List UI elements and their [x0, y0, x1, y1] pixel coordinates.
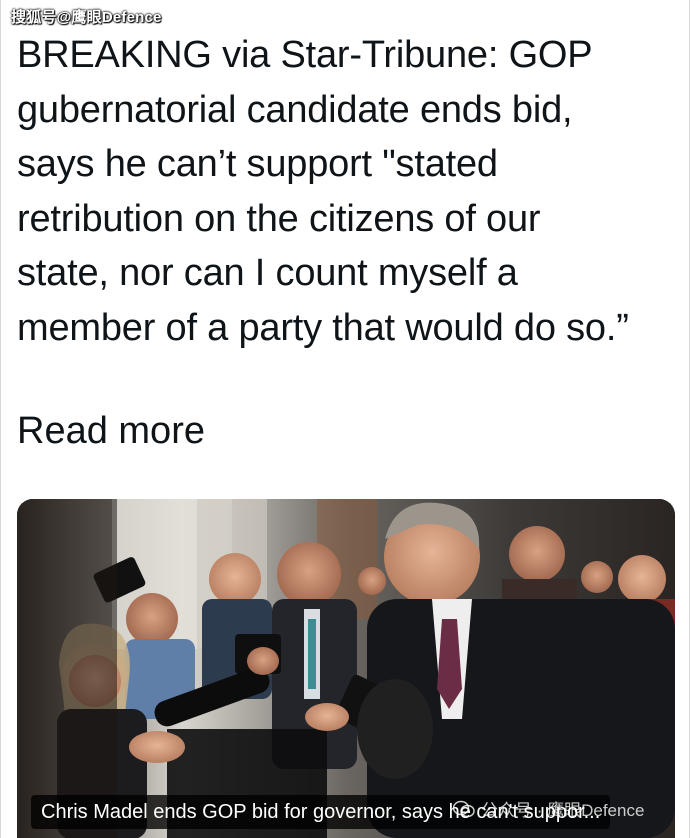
tweet-text-line: state, nor can I count myself a	[17, 252, 518, 294]
tweet-text-line: member of a party that would do so.”	[17, 306, 629, 349]
tweet-text-line: says he can’t support "stated	[17, 143, 498, 185]
post-container: 搜狐号@鹰眼Defence BREAKING via Star-Tribune:…	[0, 0, 690, 838]
press-conference-photo	[17, 499, 675, 838]
read-more-link[interactable]: Read more	[17, 404, 205, 458]
wechat-watermark-text: 公众号 · 鹰眼Defence	[481, 801, 645, 820]
tweet-text-line: BREAKING via Star-Tribune: GOP	[17, 34, 593, 76]
sohu-watermark: 搜狐号@鹰眼Defence	[11, 9, 162, 26]
tweet-text-line: retribution on the citizens of our	[17, 197, 541, 240]
wechat-icon	[453, 800, 475, 818]
tweet-text: BREAKING via Star-Tribune: GOP gubernato…	[17, 28, 677, 355]
wechat-watermark: 公众号 · 鹰眼Defence	[453, 796, 644, 821]
link-preview-card[interactable]: Chris Madel ends GOP bid for governor, s…	[17, 499, 675, 838]
tweet-text-line: gubernatorial candidate ends bid,	[17, 88, 573, 131]
